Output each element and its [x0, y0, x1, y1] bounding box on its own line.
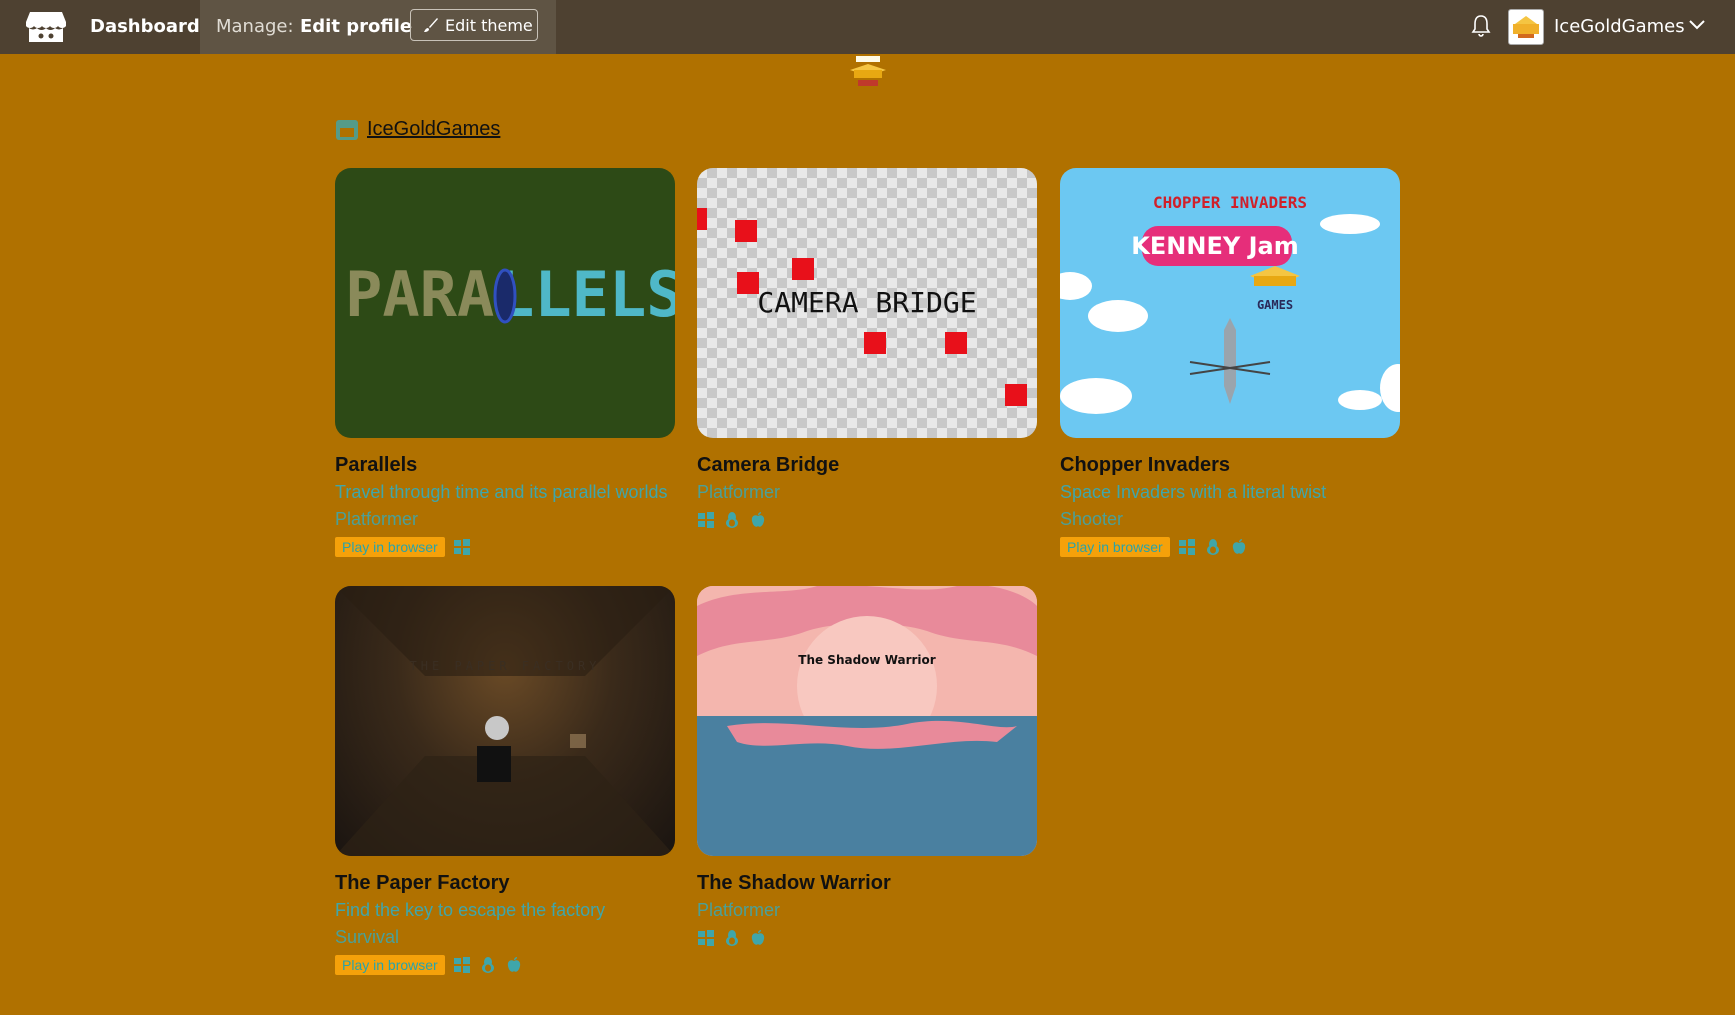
brush-icon — [424, 18, 438, 32]
thumb-title: The Shadow Warrior — [798, 653, 936, 667]
thumb-title-right: LLELS — [497, 258, 675, 331]
windows-icon — [698, 512, 714, 528]
dashboard-link[interactable]: Dashboard — [90, 16, 200, 37]
linux-icon — [1206, 539, 1219, 555]
itchio-logo-icon[interactable] — [24, 8, 68, 46]
profile-link[interactable]: IceGoldGames — [335, 118, 500, 141]
game-description: Travel through time and its parallel wor… — [335, 482, 668, 502]
thumb-title: THE PAPER FACTORY — [410, 659, 601, 673]
svg-text:GAMES: GAMES — [1257, 298, 1293, 312]
apple-icon — [507, 957, 520, 972]
apple-icon — [1232, 539, 1245, 554]
platform-row — [697, 927, 1037, 949]
edit-theme-label: Edit theme — [445, 15, 533, 35]
edit-theme-button[interactable]: Edit theme — [410, 9, 538, 41]
platform-row: Play in browser — [335, 536, 675, 558]
edit-profile-link[interactable]: Edit profile — [300, 16, 412, 37]
linux-icon — [481, 957, 494, 973]
profile-store-icon — [336, 119, 358, 140]
game-genre: Platformer — [335, 509, 419, 529]
linux-icon — [726, 930, 738, 946]
user-avatar[interactable] — [1508, 9, 1544, 45]
linux-icon — [726, 512, 738, 528]
game-genre: Platformer — [697, 482, 781, 502]
apple-icon — [751, 930, 765, 945]
play-in-browser-badge: Play in browser — [335, 955, 445, 975]
game-title[interactable]: Parallels — [335, 454, 675, 478]
windows-icon — [453, 957, 470, 973]
game-description: Space Invaders with a literal twist — [1060, 482, 1327, 502]
game-genre: Shooter — [1060, 509, 1124, 529]
game-title[interactable]: The Paper Factory — [335, 872, 675, 896]
game-title[interactable]: The Shadow Warrior — [697, 872, 1037, 896]
avatar-logo-icon — [1513, 16, 1539, 38]
thumb-title: CHOPPER INVADERS — [1153, 193, 1307, 212]
game-card-the-paper-factory[interactable]: THE PAPER FACTORY The Paper Factory Find… — [335, 586, 675, 976]
profile-name[interactable]: IceGoldGames — [367, 118, 500, 141]
play-in-browser-badge: Play in browser — [335, 537, 445, 557]
thumb-title: CAMERA BRIDGE — [757, 286, 976, 319]
platform-row — [697, 509, 1037, 531]
platform-row: Play in browser — [335, 954, 675, 976]
manage-label: Manage: — [216, 16, 294, 37]
platform-row: Play in browser — [1060, 536, 1400, 558]
game-thumbnail[interactable]: The Shadow Warrior — [697, 586, 1037, 856]
game-card-parallels[interactable]: PARA LLELS Parallels Travel through time… — [335, 168, 675, 558]
username-label[interactable]: IceGoldGames — [1554, 16, 1685, 37]
apple-icon — [751, 512, 765, 527]
notifications-bell-icon[interactable] — [1470, 13, 1492, 37]
game-description: Find the key to escape the factory — [335, 900, 606, 920]
top-navigation-bar: Dashboard Manage: Edit profile Edit them… — [0, 0, 1735, 54]
game-card-camera-bridge[interactable]: CAMERA BRIDGE Camera Bridge Platformer — [697, 168, 1037, 531]
play-in-browser-badge: Play in browser — [1060, 537, 1170, 557]
chevron-down-icon[interactable] — [1688, 16, 1706, 34]
game-card-the-shadow-warrior[interactable]: The Shadow Warrior The Shadow Warrior Pl… — [697, 586, 1037, 949]
thumb-subtitle: KENNEY Jam — [1131, 232, 1298, 260]
game-thumbnail[interactable]: CAMERA BRIDGE — [697, 168, 1037, 438]
game-card-chopper-invaders[interactable]: CHOPPER INVADERS KENNEY Jam GAMES Choppe… — [1060, 168, 1400, 558]
game-genre: Platformer — [697, 900, 781, 920]
brand-logo-icon — [850, 56, 886, 86]
windows-icon — [453, 539, 470, 555]
game-title[interactable]: Camera Bridge — [697, 454, 1037, 478]
thumb-title-left: PARA — [345, 258, 494, 331]
game-thumbnail[interactable]: CHOPPER INVADERS KENNEY Jam GAMES — [1060, 168, 1400, 438]
game-title[interactable]: Chopper Invaders — [1060, 454, 1400, 478]
game-thumbnail[interactable]: THE PAPER FACTORY — [335, 586, 675, 856]
game-thumbnail[interactable]: PARA LLELS — [335, 168, 675, 438]
game-genre: Survival — [335, 927, 400, 947]
windows-icon — [698, 930, 714, 946]
windows-icon — [1178, 539, 1195, 555]
